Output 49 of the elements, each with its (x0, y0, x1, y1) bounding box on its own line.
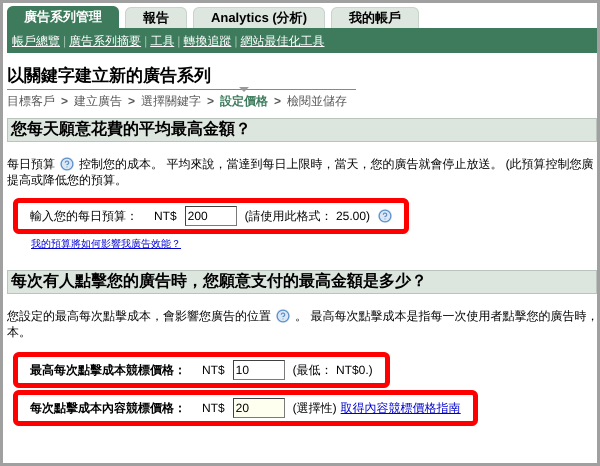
tab[interactable]: 我的帳戶 (331, 7, 420, 28)
guide-link[interactable]: 取得內容競標價格指南 (340, 399, 461, 417)
step-label: 檢閱並儲存 (287, 93, 348, 110)
step-label: 目標客戶 (7, 93, 55, 110)
help-icon[interactable] (276, 309, 290, 323)
tab[interactable]: 報告 (125, 7, 187, 28)
description-text: 提高或降低您的預算。 (7, 172, 128, 188)
step-separator: > (274, 93, 282, 110)
tab[interactable]: 廣告系列管理 (7, 6, 119, 28)
field-label: 輸入您的每日預算： (30, 208, 138, 225)
section-heading: 您每天願意花費的平均最高金額？ (7, 118, 597, 142)
help-icon[interactable] (60, 157, 74, 171)
nav-separator: | (177, 32, 180, 50)
description-text: 控制您的成本。 平均來說，當達到每日上限時，當天，您的廣告就會停止放送。 (此預算控制您廣 (79, 156, 594, 172)
tab[interactable]: Analytics (分析) (193, 7, 326, 28)
nav-separator: | (63, 32, 66, 50)
step-separator: > (128, 93, 136, 110)
description-text: 您設定的最高每次點擊成本，會影響您廣告的位置 (7, 308, 271, 324)
section-heading: 每次有人點擊您的廣告時，您願意支付的最高金額是多少？ (7, 270, 597, 294)
current-step-pointer-icon (239, 87, 250, 92)
budget-help-link[interactable]: 我的預算將如何影響我廣告效能？ (31, 237, 181, 252)
step-separator: > (207, 93, 214, 110)
step-separator: > (61, 93, 68, 110)
format-note: (請使用此格式： 25.00) (244, 208, 370, 225)
currency-label: NT$ (154, 208, 177, 225)
page-title: 以關鍵字建立新的廣告系列 (7, 65, 356, 90)
description-text: 。 最高每次點擊成本是指每一次使用者點擊您的廣告時， (295, 308, 597, 324)
help-icon[interactable] (378, 209, 392, 223)
nav-separator: | (234, 32, 238, 50)
field-label: 每次點擊成本內容競標價格： (30, 400, 186, 417)
amount-input[interactable]: 10 (232, 360, 285, 380)
nav-link[interactable]: 廣告系列摘要 (69, 32, 142, 50)
description-text: 每日預算 (7, 156, 55, 172)
nav-link[interactable]: 轉換追蹤 (183, 32, 232, 50)
currency-label: NT$ (202, 362, 225, 379)
format-note: (最低： NT$0.) (292, 362, 373, 379)
nav-separator: | (144, 32, 148, 50)
step-label: 選擇關鍵字 (141, 93, 202, 110)
nav-link[interactable]: 工具 (150, 32, 174, 50)
field-label: 最高每次點擊成本競標價格： (30, 362, 186, 379)
step-label: 建立廣告 (74, 93, 122, 110)
amount-input[interactable]: 20 (232, 398, 285, 418)
description-text: 本。 (7, 324, 32, 340)
format-note: (選擇性) (292, 400, 337, 417)
nav-link[interactable]: 網站最佳化工具 (240, 32, 324, 50)
step-label: 設定價格 (220, 92, 268, 110)
nav-link[interactable]: 帳戶總覽 (12, 32, 60, 50)
amount-input[interactable]: 200 (184, 206, 237, 226)
currency-label: NT$ (202, 400, 225, 417)
